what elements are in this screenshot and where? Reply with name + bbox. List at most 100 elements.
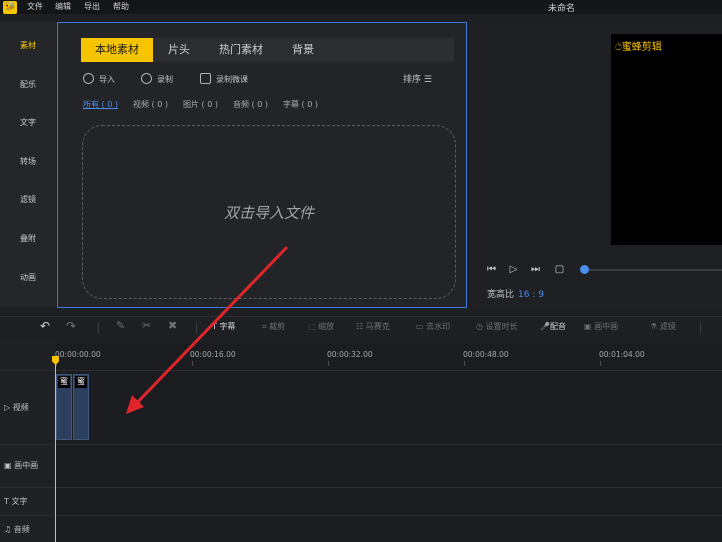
record-label: 录制 <box>157 75 173 84</box>
next-frame-icon[interactable]: ⏭ <box>530 264 541 275</box>
zoom-button[interactable]: ⬚ 缩放 <box>308 321 334 332</box>
watermark-icon: ▭ <box>416 322 424 331</box>
record-microlesson-label: 录制微课 <box>216 75 248 84</box>
media-panel: 本地素材 片头 热门素材 背景 导入 录制 录制微课 排序 ☰ 所有 ( 0 )… <box>57 22 467 308</box>
drop-zone[interactable]: 双击导入文件 <box>82 125 456 299</box>
record-button[interactable]: 录制 <box>141 73 173 85</box>
category-sidebar: 素材 配乐 文字 转场 滤镜 叠附 动画 <box>0 22 56 307</box>
filter-label: 滤镜 <box>659 322 676 331</box>
preview-seek-knob[interactable] <box>580 265 589 274</box>
microphone-icon: 🎤 <box>540 322 550 331</box>
redo-icon[interactable]: ↷ <box>66 319 76 333</box>
set-duration-label: 设置时长 <box>485 322 518 331</box>
import-button[interactable]: 导入 <box>83 73 115 85</box>
dubbing-label: 配音 <box>549 322 566 331</box>
pip-icon: ▣ <box>584 322 592 331</box>
menu-help[interactable]: 帮助 <box>113 1 129 12</box>
record-icon <box>141 73 152 84</box>
filter-icon: ⚗ <box>650 322 658 331</box>
import-label: 导入 <box>99 75 115 84</box>
window-title: 未命名 <box>548 4 576 14</box>
preview-seek-track[interactable] <box>584 269 722 271</box>
filter-button[interactable]: ⚗ 滤镜 <box>650 321 676 332</box>
category-filter[interactable]: 滤镜 <box>0 194 56 205</box>
mosaic-icon: ☷ <box>356 322 364 331</box>
category-music[interactable]: 配乐 <box>0 79 56 90</box>
crop-label: 裁剪 <box>269 322 286 331</box>
mosaic-label: 马赛克 <box>365 322 390 331</box>
subtitle-button[interactable]: T 字幕 <box>212 321 235 332</box>
tab-hot-material[interactable]: 热门素材 <box>205 38 277 62</box>
tab-local-material[interactable]: 本地素材 <box>81 38 153 62</box>
video-clip[interactable]: 蜜 <box>73 374 89 440</box>
remove-watermark-label: 去水印 <box>426 322 451 331</box>
undo-icon[interactable]: ↶ <box>40 319 50 333</box>
ruler-tick <box>192 361 193 366</box>
trash-icon[interactable]: ✖ <box>168 319 177 332</box>
crop-icon: ⌗ <box>262 322 267 331</box>
toolbar-separator <box>196 322 197 334</box>
set-duration-button[interactable]: ◷ 设置时长 <box>476 321 518 332</box>
text-track-name: 文字 <box>11 497 28 506</box>
ruler-label: 00:00:48.00 <box>463 350 509 359</box>
menu-edit[interactable]: 编辑 <box>55 1 71 12</box>
scissors-icon[interactable]: ✂ <box>142 319 151 332</box>
filter-subtitle[interactable]: 字幕 ( 0 ) <box>283 99 318 110</box>
category-text[interactable]: 文字 <box>0 117 56 128</box>
aspect-ratio-button[interactable]: 宽高比 16 : 9 <box>487 287 544 300</box>
audio-track: ♫ 音频 <box>0 515 722 542</box>
filter-image[interactable]: 图片 ( 0 ) <box>183 99 218 110</box>
audio-track-label: ♫ 音频 <box>4 524 30 535</box>
crop-button[interactable]: ⌗ 裁剪 <box>262 321 285 332</box>
picture-in-picture-label: 画中画 <box>594 322 619 331</box>
sort-button[interactable]: 排序 ☰ <box>403 72 432 85</box>
aspect-ratio-value: 16 : 9 <box>518 290 544 300</box>
pip-track-icon: ▣ <box>4 461 12 470</box>
timeline: 00:00:00.00 00:00:16.00 00:00:32.00 00:0… <box>0 342 722 542</box>
category-animation[interactable]: 动画 <box>0 272 56 283</box>
menu-file[interactable]: 文件 <box>27 1 43 12</box>
previous-frame-icon[interactable]: ⏮ <box>486 264 497 275</box>
media-tabs: 本地素材 片头 热门素材 背景 <box>81 38 454 62</box>
import-icon <box>83 73 94 84</box>
category-transition[interactable]: 转场 <box>0 156 56 167</box>
video-track: ▷ 视频 <box>0 370 722 444</box>
app-logo: 🐝 <box>3 1 17 14</box>
playhead[interactable] <box>55 356 56 542</box>
remove-watermark-button[interactable]: ▭ 去水印 <box>416 321 450 332</box>
mosaic-button[interactable]: ☷ 马赛克 <box>356 321 390 332</box>
preview-screen: ථ蜜蜂剪辑 <box>611 34 722 245</box>
stop-icon[interactable]: ▢ <box>554 264 565 275</box>
tab-background[interactable]: 背景 <box>277 38 329 62</box>
drop-zone-text: 双击导入文件 <box>223 204 314 222</box>
bee-logo-icon: ථ <box>615 42 622 53</box>
video-clip[interactable]: 蜜 <box>56 374 72 440</box>
audio-track-name: 音频 <box>13 525 30 534</box>
play-icon[interactable]: ▷ <box>508 264 519 275</box>
category-overlay[interactable]: 叠附 <box>0 233 56 244</box>
category-material[interactable]: 素材 <box>0 40 56 51</box>
text-track-label: T 文字 <box>4 496 27 507</box>
picture-in-picture-button[interactable]: ▣ 画中画 <box>584 321 618 332</box>
music-note-icon: ♫ <box>4 525 12 534</box>
tab-intro[interactable]: 片头 <box>153 38 205 62</box>
screen-record-icon <box>200 73 211 84</box>
filter-audio[interactable]: 音频 ( 0 ) <box>233 99 268 110</box>
filter-all[interactable]: 所有 ( 0 ) <box>83 99 118 110</box>
pip-track-name: 画中画 <box>14 461 39 470</box>
text-track: T 文字 <box>0 487 722 515</box>
ruler-label: 00:00:32.00 <box>327 350 373 359</box>
menu-export[interactable]: 导出 <box>84 1 100 12</box>
text-t-icon: T <box>212 322 217 331</box>
aspect-ratio-label: 宽高比 <box>487 290 515 300</box>
watermark: ථ蜜蜂剪辑 <box>615 38 662 53</box>
preview-panel: ථ蜜蜂剪辑 ⏮ ▷ ⏭ ▢ 宽高比 16 : 9 <box>470 22 722 308</box>
clock-icon: ◷ <box>476 322 483 331</box>
watermark-text: 蜜蜂剪辑 <box>621 42 662 53</box>
dubbing-button[interactable]: 🎤配音 <box>540 321 566 332</box>
title-bar: 🐝 文件 编辑 导出 帮助 未命名 <box>0 0 722 14</box>
record-microlesson-button[interactable]: 录制微课 <box>200 73 248 85</box>
filter-video[interactable]: 视频 ( 0 ) <box>133 99 168 110</box>
pen-icon[interactable]: ✎ <box>116 319 125 332</box>
pip-track-label: ▣ 画中画 <box>4 460 38 471</box>
